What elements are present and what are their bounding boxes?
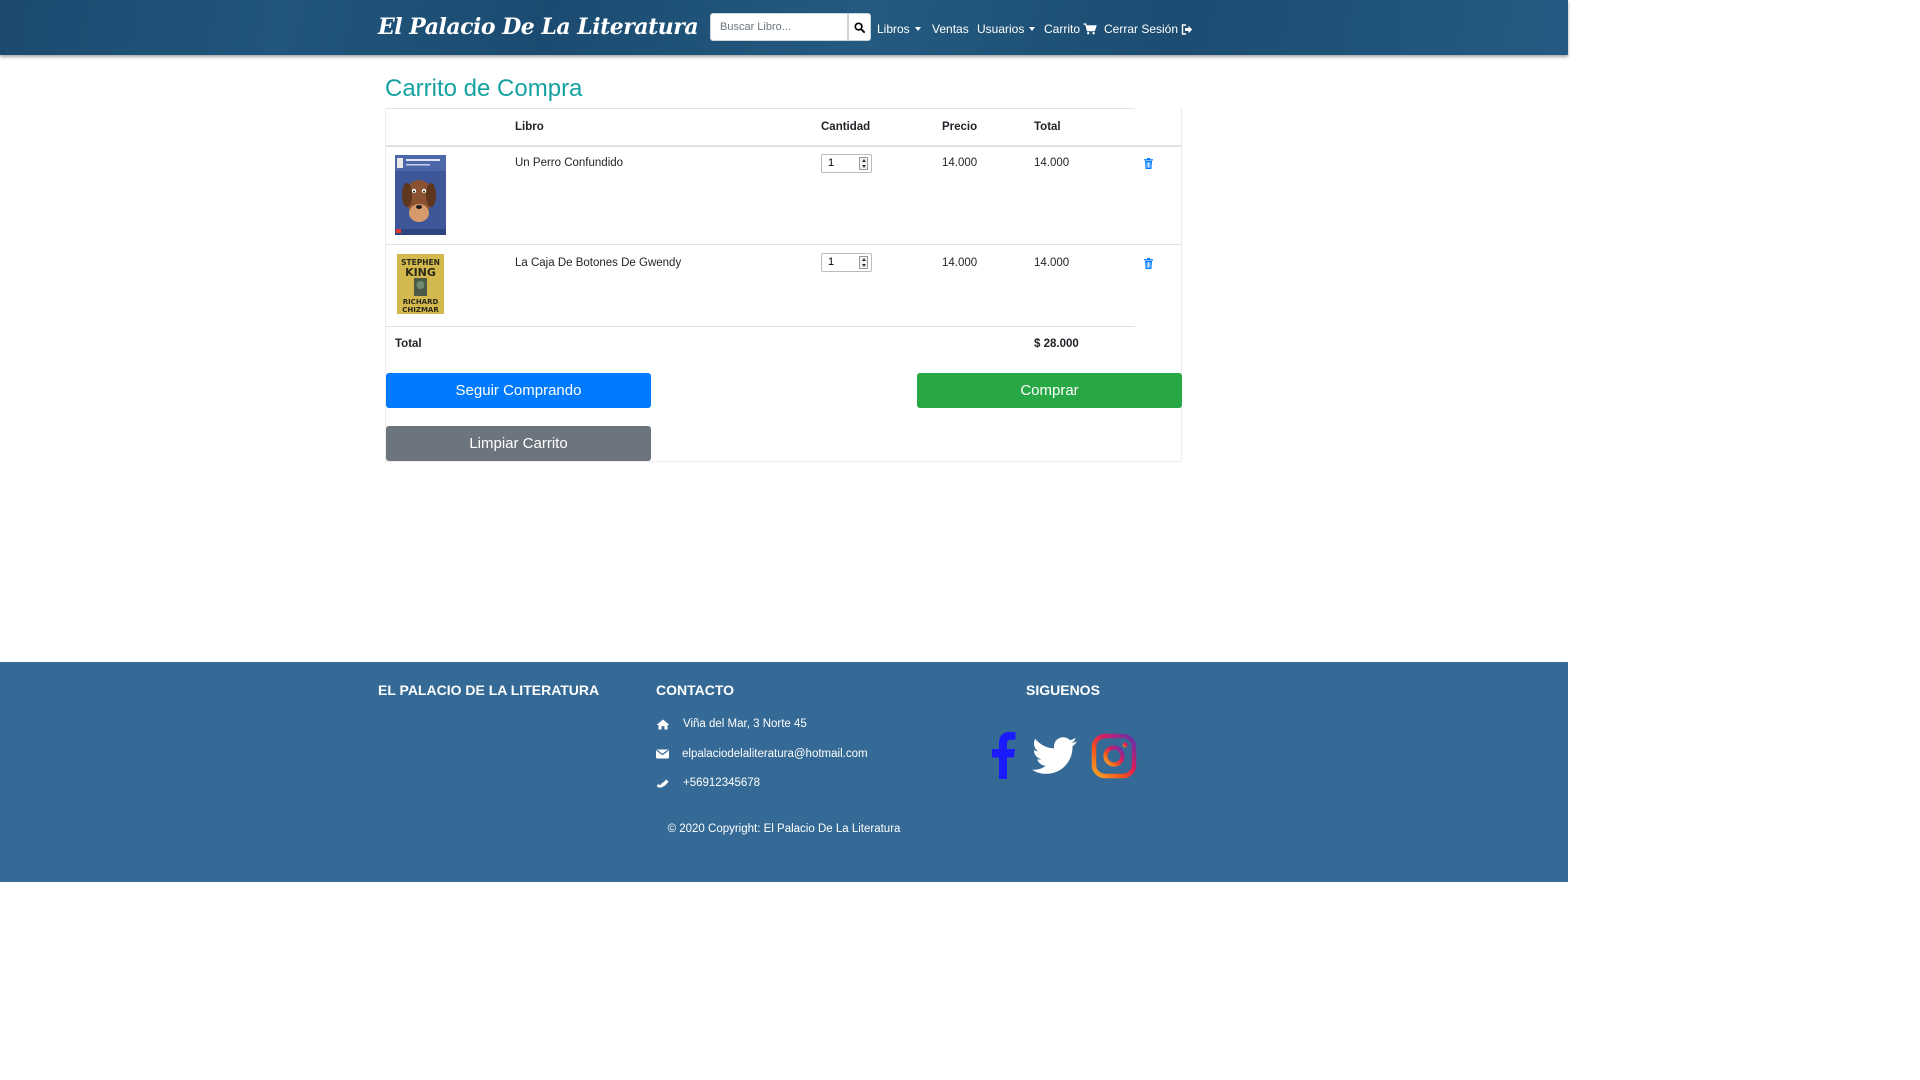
footer-contact-heading: CONTACTO xyxy=(656,682,735,698)
clear-cart-button[interactable]: Limpiar Carrito xyxy=(386,426,651,461)
instagram-icon[interactable] xyxy=(1091,733,1137,779)
header-precio: Precio xyxy=(942,121,978,133)
nav-carrito[interactable]: Carrito xyxy=(1044,21,1097,37)
envelope-icon xyxy=(656,749,669,759)
row-divider xyxy=(386,244,1182,245)
nav-ventas-label: Ventas xyxy=(932,22,969,36)
header-total: Total xyxy=(1034,121,1061,133)
phone-icon xyxy=(657,779,669,788)
table-header-border xyxy=(386,145,1182,147)
search-input[interactable] xyxy=(710,13,848,41)
shopping-cart-icon xyxy=(1083,23,1097,35)
book-title: La Caja De Botones De Gwendy xyxy=(515,257,682,269)
home-icon xyxy=(656,719,670,729)
svg-text:RICHARD: RICHARD xyxy=(403,298,439,306)
row-total-value: 14.000 xyxy=(1034,157,1070,169)
footer-brand-heading: EL PALACIO DE LA LITERATURA xyxy=(378,682,600,698)
nav-logout[interactable]: Cerrar Sesión xyxy=(1104,21,1193,37)
nav-ventas[interactable]: Ventas xyxy=(932,21,969,37)
row-total-value: 14.000 xyxy=(1034,257,1070,269)
header-libro: Libro xyxy=(515,121,544,133)
trash-icon[interactable] xyxy=(1144,158,1153,169)
buy-button[interactable]: Comprar xyxy=(917,373,1182,408)
navbar: El Palacio De La Literatura Libros Venta… xyxy=(0,0,1568,55)
price-value: 14.000 xyxy=(942,257,978,269)
quantity-value: 1 xyxy=(828,157,835,169)
spinner-arrows-icon[interactable] xyxy=(859,256,868,269)
footer-email: elpalaciodelaliteratura@hotmail.com xyxy=(656,748,868,760)
phone-text: +56912345678 xyxy=(683,777,761,789)
book-cover-stephen-king: STEPHEN KING RICHARD CHIZMAR xyxy=(397,254,444,314)
quantity-stepper[interactable]: 1 xyxy=(821,253,872,272)
svg-text:KING: KING xyxy=(405,266,436,279)
brand-logo[interactable]: El Palacio De La Literatura xyxy=(378,14,699,40)
email-link[interactable]: elpalaciodelaliteratura@hotmail.com xyxy=(682,748,868,760)
cart-total-value: $ 28.000 xyxy=(1034,338,1079,350)
page-title: Carrito de Compra xyxy=(385,75,583,102)
nav-libros-label: Libros xyxy=(877,22,910,36)
book-title: Un Perro Confundido xyxy=(515,157,624,169)
svg-text:CHIZMAR: CHIZMAR xyxy=(402,306,439,314)
price-value: 14.000 xyxy=(942,157,978,169)
quantity-stepper[interactable]: 1 xyxy=(821,154,872,173)
total-label: Total xyxy=(395,338,422,350)
nav-usuarios-dropdown[interactable]: Usuarios xyxy=(977,21,1036,37)
footer-social-heading: SIGUENOS xyxy=(1026,682,1100,698)
header-cantidad: Cantidad xyxy=(821,121,871,133)
caret-down-icon xyxy=(914,27,921,31)
total-divider xyxy=(386,326,1135,327)
nav-usuarios-label: Usuarios xyxy=(977,22,1025,36)
twitter-icon[interactable] xyxy=(1032,737,1078,775)
book-cover-dog xyxy=(395,155,446,235)
caret-down-icon xyxy=(1029,27,1036,31)
continue-shopping-button[interactable]: Seguir Comprando xyxy=(386,373,651,408)
search-form xyxy=(710,13,871,41)
facebook-icon[interactable] xyxy=(988,731,1017,779)
nav-carrito-label: Carrito xyxy=(1044,22,1081,36)
footer: EL PALACIO DE LA LITERATURA CONTACTO SIG… xyxy=(0,662,1568,882)
trash-icon[interactable] xyxy=(1144,258,1153,269)
sign-out-icon xyxy=(1181,23,1193,35)
address-text: Viña del Mar, 3 Norte 45 xyxy=(683,718,807,730)
nav-libros-dropdown[interactable]: Libros xyxy=(877,21,921,37)
nav-logout-label: Cerrar Sesión xyxy=(1104,22,1179,36)
search-icon xyxy=(854,21,865,33)
table-top-border xyxy=(386,108,1135,109)
footer-phone: +56912345678 xyxy=(656,777,760,789)
footer-address: Viña del Mar, 3 Norte 45 xyxy=(656,718,807,730)
spinner-arrows-icon[interactable] xyxy=(859,157,868,170)
copyright-text: © 2020 Copyright: El Palacio De La Liter… xyxy=(667,823,901,835)
quantity-value: 1 xyxy=(828,256,835,268)
search-button[interactable] xyxy=(848,13,871,41)
